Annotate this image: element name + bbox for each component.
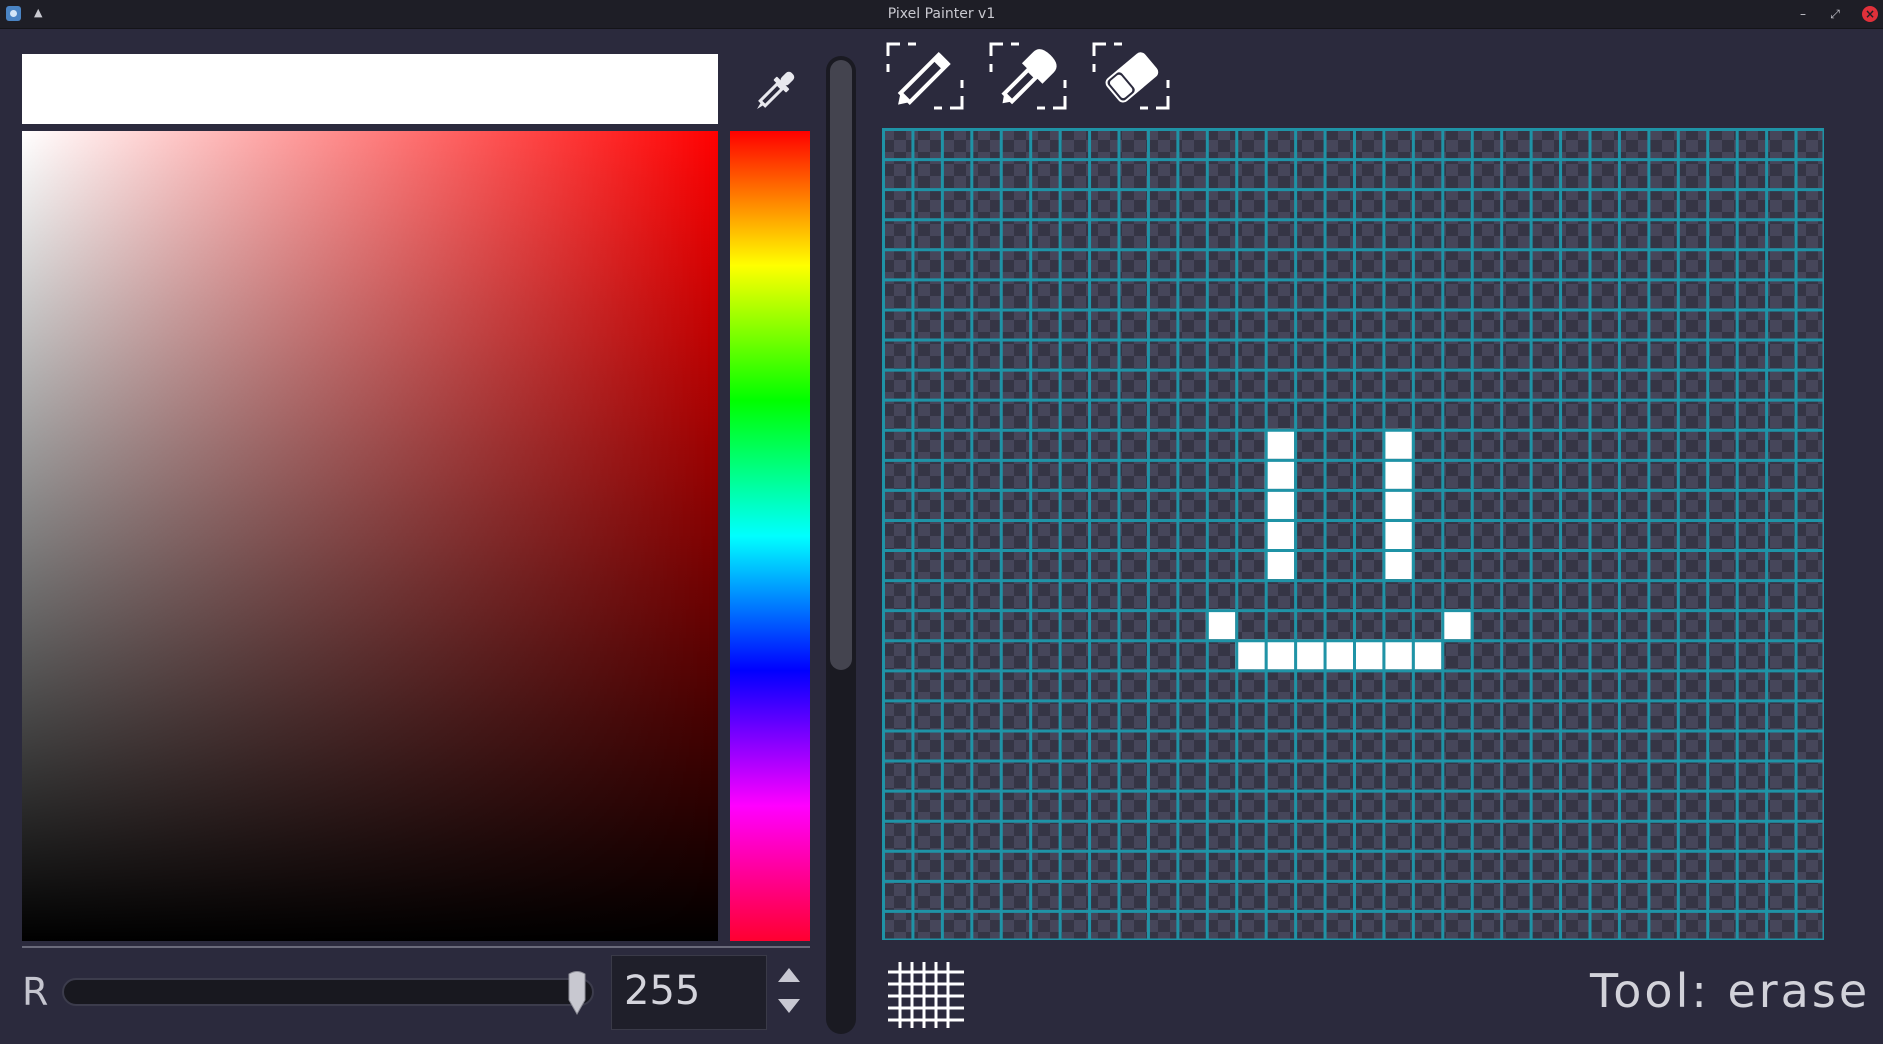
pencil-tool-button[interactable]	[886, 42, 964, 110]
channel-label: R	[22, 970, 49, 1014]
painted-pixel[interactable]	[1411, 639, 1442, 670]
painted-pixel[interactable]	[1382, 639, 1412, 670]
painted-pixel[interactable]	[1264, 549, 1295, 580]
fill-tool-button[interactable]	[989, 42, 1067, 110]
hue-slider[interactable]	[730, 131, 810, 941]
color-preview	[22, 54, 718, 124]
painted-pixel[interactable]	[1382, 518, 1412, 550]
scrollbar-thumb[interactable]	[830, 60, 852, 670]
painted-pixel[interactable]	[1353, 639, 1383, 670]
painted-pixel[interactable]	[1382, 549, 1412, 580]
channel-value[interactable]: 255	[624, 968, 700, 1014]
painted-pixel[interactable]	[1264, 639, 1295, 670]
painted-pixel[interactable]	[1205, 609, 1236, 640]
painted-pixel[interactable]	[1382, 458, 1412, 489]
window-title: Pixel Painter v1	[887, 6, 996, 22]
separator	[22, 946, 810, 948]
channel-value-input[interactable]: 255	[611, 955, 767, 1030]
eraser-icon	[1092, 42, 1170, 110]
eyedropper-icon	[757, 71, 795, 109]
saturation-value-area[interactable]	[22, 131, 718, 941]
eyedropper-button[interactable]	[742, 62, 806, 122]
grid-toggle-button[interactable]	[888, 962, 964, 1028]
painted-pixel[interactable]	[1382, 428, 1412, 459]
painted-pixel[interactable]	[1235, 639, 1265, 670]
increment-arrow-icon[interactable]	[778, 968, 800, 982]
red-channel-slider[interactable]	[62, 978, 594, 1006]
painted-pixel[interactable]	[1441, 609, 1471, 640]
minimize-button[interactable]: –	[1794, 5, 1812, 23]
decrement-arrow-icon[interactable]	[778, 999, 800, 1013]
title-bar: ▲ Pixel Painter v1 – ⤢ ×	[0, 0, 1883, 29]
close-button[interactable]: ×	[1862, 6, 1878, 22]
grid-icon	[888, 962, 964, 1028]
painted-pixel[interactable]	[1264, 518, 1295, 550]
canvas-grid[interactable]	[882, 128, 1824, 940]
painted-pixel[interactable]	[1294, 639, 1324, 670]
erase-tool-button[interactable]	[1092, 42, 1170, 110]
painted-pixel[interactable]	[1323, 639, 1353, 670]
slider-handle[interactable]	[566, 970, 588, 1016]
pencil-icon	[886, 42, 964, 110]
tool-status-text: Tool: erase	[1590, 964, 1871, 1018]
maximize-button[interactable]: ⤢	[1826, 5, 1844, 23]
painted-pixel[interactable]	[1264, 458, 1295, 489]
painted-pixel[interactable]	[1382, 488, 1412, 519]
painted-pixel[interactable]	[1264, 488, 1295, 519]
pixel-canvas[interactable]	[882, 128, 1824, 940]
painted-pixel[interactable]	[1264, 428, 1295, 459]
bucket-icon	[989, 42, 1067, 110]
